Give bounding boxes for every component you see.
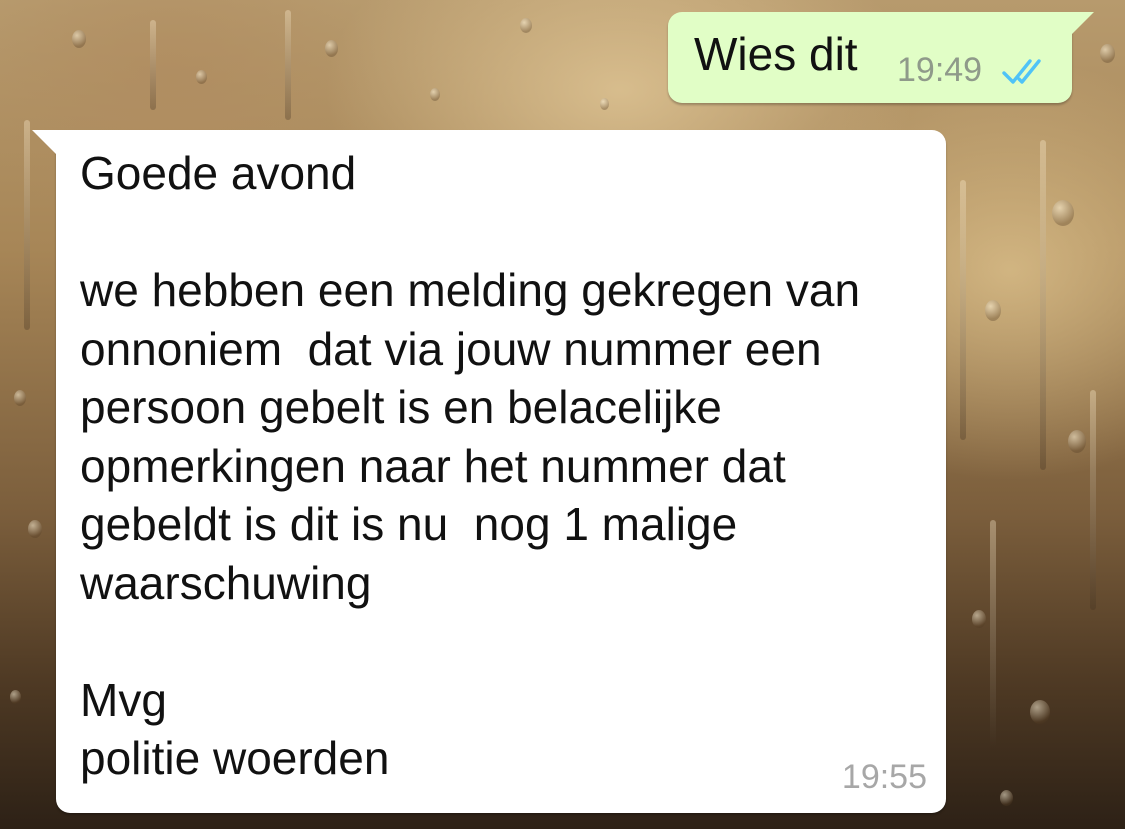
outgoing-message-bubble[interactable]: Wies dit 19:49 xyxy=(668,12,1094,103)
rain-streak xyxy=(990,520,996,750)
rain-streak xyxy=(24,120,30,330)
raindrop xyxy=(1068,430,1086,453)
raindrop xyxy=(430,88,440,101)
raindrop xyxy=(14,390,26,406)
raindrop xyxy=(972,610,986,628)
rain-streak xyxy=(1090,390,1096,610)
raindrop xyxy=(520,18,532,33)
rain-streak xyxy=(1040,140,1046,470)
raindrop xyxy=(196,70,207,84)
incoming-message-bubble[interactable]: Goede avond we hebben een melding gekreg… xyxy=(32,130,946,813)
raindrop xyxy=(325,40,338,57)
double-check-icon xyxy=(1002,59,1041,84)
incoming-message-time: 19:55 xyxy=(841,758,927,796)
raindrop xyxy=(600,98,609,110)
raindrop xyxy=(28,520,42,538)
raindrop xyxy=(1030,700,1050,724)
raindrop xyxy=(1052,200,1074,226)
incoming-message-text: Goede avond we hebben een melding gekreg… xyxy=(80,147,861,784)
raindrop xyxy=(10,690,21,704)
rain-streak xyxy=(960,180,966,440)
raindrop xyxy=(1100,44,1115,63)
raindrop xyxy=(72,30,86,48)
outgoing-message-time: 19:49 xyxy=(897,51,983,89)
rain-streak xyxy=(150,20,156,110)
raindrop xyxy=(985,300,1001,321)
raindrop xyxy=(1000,790,1013,806)
outgoing-message-text: Wies dit xyxy=(694,28,858,80)
rain-streak xyxy=(285,10,291,120)
